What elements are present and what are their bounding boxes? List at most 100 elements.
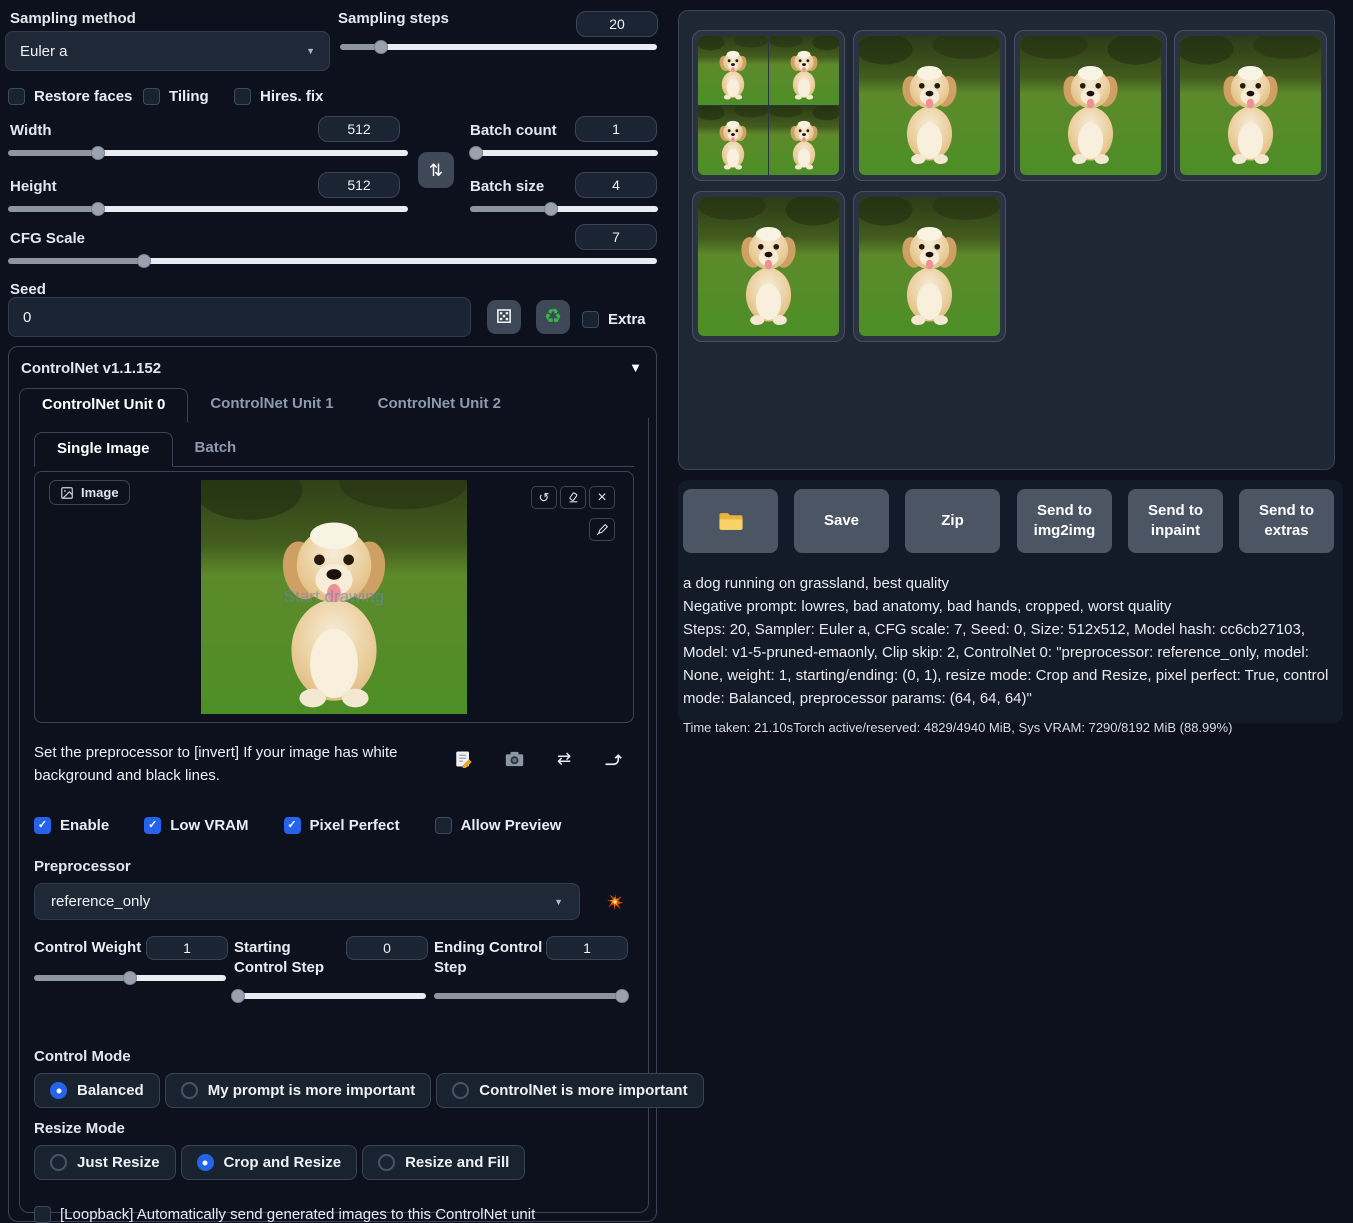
erase-button[interactable]	[560, 486, 586, 509]
open-editor-icon[interactable]	[454, 750, 472, 768]
controlnet-weight-row: Control Weight 1 Starting Control Step 0	[34, 936, 634, 1004]
starting-step-input[interactable]: 0	[346, 936, 428, 960]
tab-single-image[interactable]: Single Image	[34, 432, 173, 467]
slider-thumb[interactable]	[231, 989, 245, 1003]
controlnet-input-image	[201, 480, 467, 714]
seed-label: Seed	[10, 281, 46, 298]
output-actions-panel: Save Zip Send to img2img Send to inpaint…	[678, 480, 1343, 723]
allow-preview-checkbox[interactable]: ✓ Allow Preview	[435, 817, 562, 834]
checkbox-box: ✓	[143, 88, 160, 105]
swap-dimensions-button[interactable]: ⇅	[418, 152, 454, 188]
ending-step-input[interactable]: 1	[546, 936, 628, 960]
gallery-thumbnail-grid[interactable]	[692, 30, 845, 181]
resize-crop-and-resize-label: Crop and Resize	[224, 1154, 342, 1171]
slider-track	[470, 206, 658, 212]
restore-faces-checkbox[interactable]: ✓ Restore faces	[8, 88, 132, 105]
save-button[interactable]: Save	[794, 489, 889, 553]
generated-image	[1020, 36, 1161, 175]
control-mode-prompt[interactable]: My prompt is more important	[165, 1073, 432, 1108]
generated-image	[698, 197, 839, 336]
send-to-extras-button[interactable]: Send to extras	[1239, 489, 1334, 553]
gallery-thumbnail[interactable]	[692, 191, 845, 342]
starting-step-slider[interactable]	[234, 988, 426, 1004]
resize-resize-and-fill[interactable]: Resize and Fill	[362, 1145, 525, 1180]
generated-image	[859, 36, 1000, 175]
controlnet-panel: ControlNet v1.1.152 ▼ ControlNet Unit 0 …	[8, 346, 657, 1222]
batch-size-slider[interactable]	[470, 201, 658, 217]
extra-seed-checkbox[interactable]: ✓ Extra	[582, 311, 646, 328]
run-preprocessor-icon[interactable]	[606, 893, 624, 911]
send-dimensions-icon[interactable]	[604, 751, 622, 767]
batch-size-label: Batch size	[470, 178, 544, 195]
gallery-thumbnail[interactable]	[1174, 30, 1327, 181]
gallery-thumbnail[interactable]	[853, 191, 1006, 342]
radio-icon	[50, 1082, 67, 1099]
sampling-method-dropdown[interactable]: Euler a ▼	[5, 31, 330, 71]
ending-step-slider[interactable]	[434, 988, 626, 1004]
slider-thumb[interactable]	[615, 989, 629, 1003]
width-slider[interactable]	[8, 145, 408, 161]
control-mode-balanced[interactable]: Balanced	[34, 1073, 160, 1108]
mirror-webcam-icon[interactable]: ⇄	[557, 749, 571, 769]
open-folder-button[interactable]	[683, 489, 778, 553]
reuse-seed-button[interactable]: ♻	[536, 300, 570, 334]
slider-thumb[interactable]	[469, 146, 483, 160]
generated-image	[769, 106, 839, 175]
width-input[interactable]: 512	[318, 116, 400, 142]
slider-thumb[interactable]	[374, 40, 388, 54]
radio-icon	[50, 1154, 67, 1171]
pixel-perfect-checkbox[interactable]: ✓ Pixel Perfect	[284, 817, 400, 834]
tiling-checkbox[interactable]: ✓ Tiling	[143, 88, 209, 105]
seed-input[interactable]: 0	[8, 297, 471, 337]
send-to-img2img-button[interactable]: Send to img2img	[1017, 489, 1112, 553]
control-mode-group: Balanced My prompt is more important Con…	[34, 1073, 634, 1108]
batch-count-input[interactable]: 1	[575, 116, 657, 142]
batch-count-label: Batch count	[470, 122, 557, 139]
control-mode-prompt-label: My prompt is more important	[208, 1082, 416, 1099]
control-mode-controlnet[interactable]: ControlNet is more important	[436, 1073, 703, 1108]
checkbox-box: ✓	[284, 817, 301, 834]
slider-thumb[interactable]	[137, 254, 151, 268]
gallery-thumbnail[interactable]	[1014, 30, 1167, 181]
send-to-inpaint-button[interactable]: Send to inpaint	[1128, 489, 1223, 553]
tab-controlnet-unit-2[interactable]: ControlNet Unit 2	[356, 388, 523, 422]
slider-thumb[interactable]	[123, 971, 137, 985]
sampling-steps-input[interactable]: 20	[576, 11, 658, 37]
height-input[interactable]: 512	[318, 172, 400, 198]
slider-thumb[interactable]	[91, 146, 105, 160]
close-icon: ×	[597, 489, 606, 507]
sampling-steps-slider[interactable]	[340, 39, 657, 55]
batch-size-input[interactable]: 4	[575, 172, 657, 198]
webcam-icon[interactable]	[505, 751, 524, 767]
slider-thumb[interactable]	[544, 202, 558, 216]
hires-fix-checkbox[interactable]: ✓ Hires. fix	[234, 88, 323, 105]
tab-batch[interactable]: Batch	[173, 432, 259, 466]
cfg-scale-input[interactable]: 7	[575, 224, 657, 250]
cfg-scale-slider[interactable]	[8, 253, 657, 269]
low-vram-checkbox[interactable]: ✓ Low VRAM	[144, 817, 248, 834]
tab-controlnet-unit-1[interactable]: ControlNet Unit 1	[188, 388, 355, 422]
checkbox-box: ✓	[435, 817, 452, 834]
clear-image-button[interactable]: ×	[589, 486, 615, 509]
height-slider[interactable]	[8, 201, 408, 217]
control-weight-input[interactable]: 1	[146, 936, 228, 960]
slider-thumb[interactable]	[91, 202, 105, 216]
loopback-checkbox[interactable]: ✓ [Loopback] Automatically send generate…	[34, 1206, 535, 1223]
resize-just-resize[interactable]: Just Resize	[34, 1145, 176, 1180]
preprocessor-dropdown[interactable]: reference_only ▼	[34, 883, 580, 920]
control-mode-controlnet-label: ControlNet is more important	[479, 1082, 687, 1099]
ending-step-group: Ending Control Step 1	[434, 936, 634, 1004]
slider-track	[8, 150, 408, 156]
sketch-button[interactable]	[589, 518, 615, 541]
enable-checkbox[interactable]: ✓ Enable	[34, 817, 109, 834]
controlnet-image-dropzone[interactable]: Image Start drawing ↺ ×	[34, 471, 634, 723]
random-seed-button[interactable]: ⚄	[487, 300, 521, 334]
starting-step-label: Starting Control Step	[234, 936, 346, 978]
batch-count-slider[interactable]	[470, 145, 658, 161]
resize-crop-and-resize[interactable]: Crop and Resize	[181, 1145, 358, 1180]
undo-button[interactable]: ↺	[531, 486, 557, 509]
gallery-thumbnail[interactable]	[853, 30, 1006, 181]
control-weight-slider[interactable]	[34, 970, 226, 986]
zip-button[interactable]: Zip	[905, 489, 1000, 553]
collapse-panel-button[interactable]: ▼	[629, 360, 642, 375]
